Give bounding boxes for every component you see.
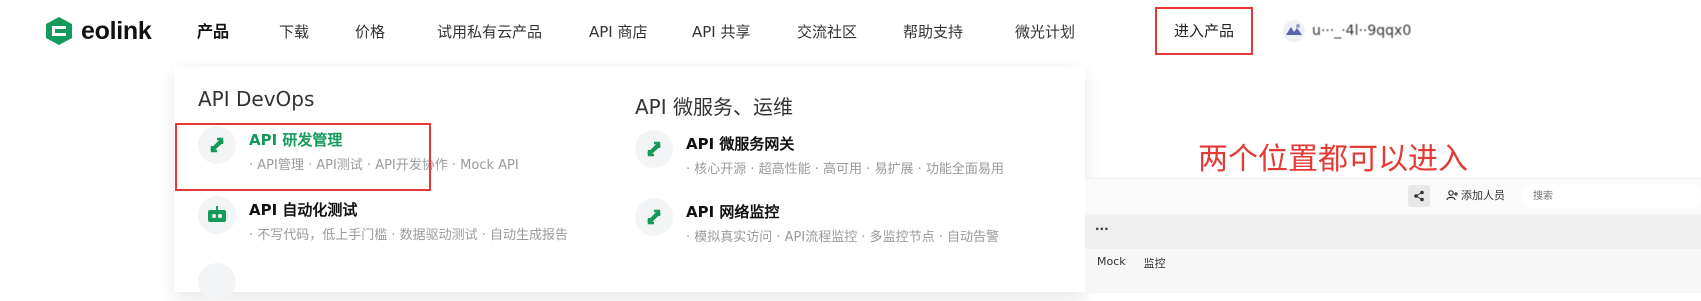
annotation-text: 两个位置都可以进入 bbox=[1198, 142, 1468, 177]
app-header-bar bbox=[1085, 215, 1701, 249]
product-desc: · 不写代码，低上手门槛 · 数据驱动测试 · 自动生成报告 bbox=[249, 228, 569, 243]
logo-mark-icon bbox=[46, 17, 72, 45]
app-toolbar: 添加人员 bbox=[1085, 179, 1701, 213]
product-api-monitoring[interactable]: API 网络监控 · 模拟真实访问 · API流程监控 · 多监控节点 · 自动… bbox=[635, 198, 1055, 250]
enter-product-button[interactable]: 进入产品 bbox=[1155, 7, 1253, 55]
nav-item-help[interactable]: 帮助支持 bbox=[903, 16, 963, 48]
more-dots[interactable]: ... bbox=[1095, 219, 1109, 233]
app-tabs: Mock 监控 bbox=[1097, 255, 1166, 271]
product-name: API 自动化测试 bbox=[249, 201, 358, 219]
avatar-icon bbox=[1283, 20, 1305, 42]
product-api-automation-test[interactable]: API 自动化测试 · 不写代码，低上手门槛 · 数据驱动测试 · 自动生成报告 bbox=[198, 196, 618, 248]
background-app: 添加人员 ... Mock 监控 bbox=[1085, 178, 1701, 293]
nav-item-community[interactable]: 交流社区 bbox=[797, 16, 857, 48]
nav-item-glimmer-plan[interactable]: 微光计划 bbox=[1015, 16, 1075, 48]
product-name: API 网络监控 bbox=[686, 203, 780, 221]
eolink-logo[interactable]: eolink bbox=[44, 14, 152, 48]
tab-monitor[interactable]: 监控 bbox=[1144, 255, 1166, 271]
nav-item-download[interactable]: 下载 bbox=[279, 16, 309, 48]
product-desc: · 模拟真实访问 · API流程监控 · 多监控节点 · 自动告警 bbox=[686, 230, 1000, 245]
product-api-gateway[interactable]: API 微服务网关 · 核心开源 · 超高性能 · 高可用 · 易扩展 · 功能… bbox=[635, 130, 1055, 182]
products-dropdown: API DevOps API 微服务、运维 API 研发管理 · API管理 ·… bbox=[174, 67, 1085, 301]
product-desc: · 核心开源 · 超高性能 · 高可用 · 易扩展 · 功能全面易用 bbox=[686, 162, 1004, 177]
share-button[interactable] bbox=[1408, 185, 1430, 207]
tab-mock[interactable]: Mock bbox=[1097, 255, 1126, 271]
nav-item-pricing[interactable]: 价格 bbox=[355, 16, 385, 48]
transfer-arrows-icon bbox=[635, 130, 673, 168]
user-name: u···_·4l··9qqx0 bbox=[1312, 23, 1412, 39]
robot-icon bbox=[198, 196, 236, 234]
product-icon-partial bbox=[198, 263, 236, 301]
nav-item-products[interactable]: 产品 bbox=[197, 16, 229, 48]
brand-name: eolink bbox=[81, 16, 152, 45]
column-title-devops: API DevOps bbox=[198, 87, 315, 111]
add-member-label: 添加人员 bbox=[1461, 189, 1505, 202]
transfer-arrows-icon bbox=[635, 198, 673, 236]
nav-item-api-share[interactable]: API 共享 bbox=[692, 16, 751, 48]
column-title-microservices: API 微服务、运维 bbox=[635, 95, 793, 119]
user-menu[interactable]: u···_·4l··9qqx0 bbox=[1282, 18, 1411, 44]
add-member-button[interactable]: 添加人员 bbox=[1446, 187, 1505, 203]
share-icon bbox=[1414, 190, 1424, 202]
nav-item-private-cloud[interactable]: 试用私有云产品 bbox=[437, 16, 542, 48]
highlight-box bbox=[175, 123, 431, 191]
search-input[interactable] bbox=[1521, 184, 1701, 208]
add-user-icon bbox=[1446, 190, 1458, 201]
nav-item-api-store[interactable]: API 商店 bbox=[589, 16, 648, 48]
product-name: API 微服务网关 bbox=[686, 135, 795, 153]
